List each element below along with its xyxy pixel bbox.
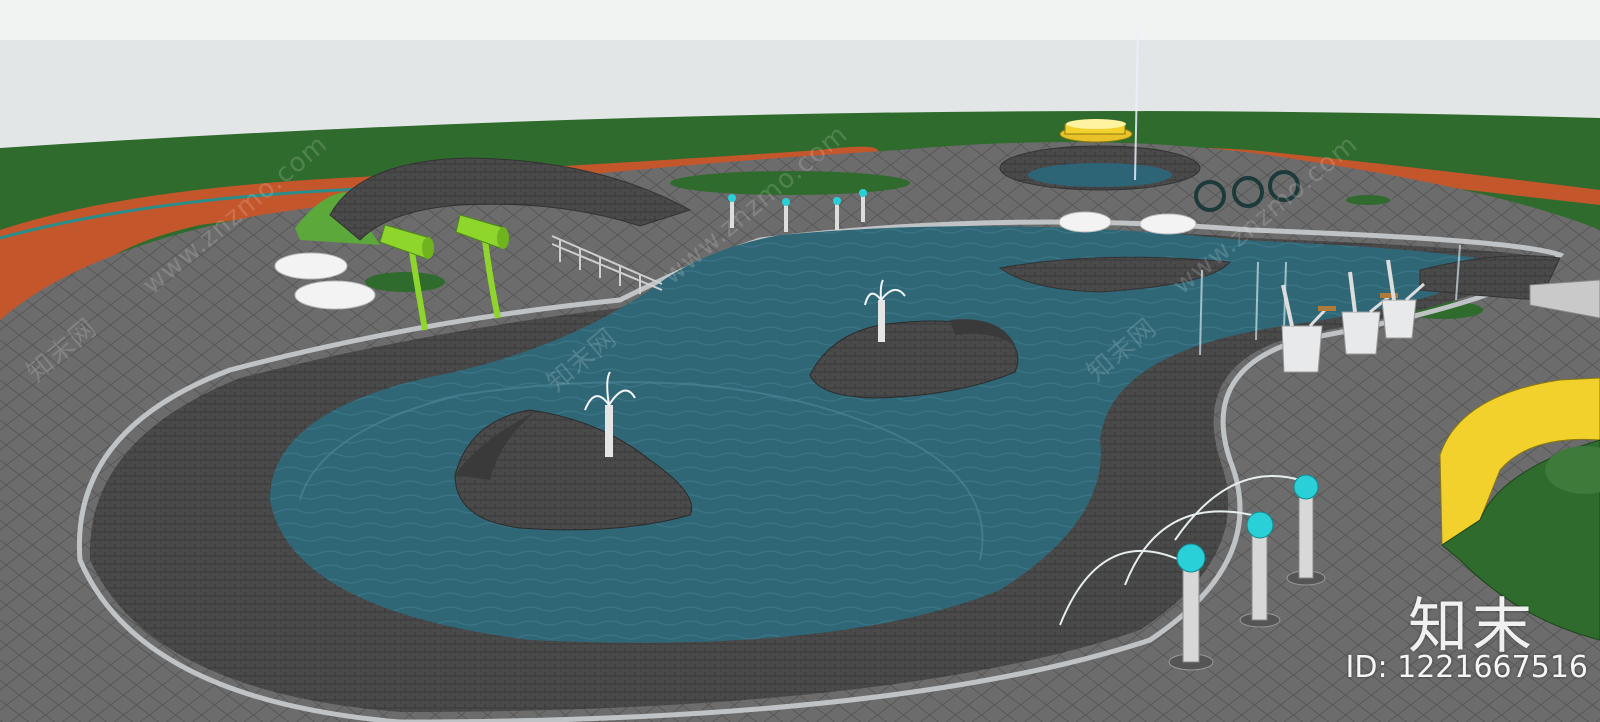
- pebble-seat: [274, 252, 348, 280]
- pebble-seat: [1139, 213, 1197, 235]
- grass-patch: [1346, 195, 1390, 205]
- yellow-pavilion: [1059, 119, 1133, 143]
- scene-illustration: [0, 0, 1600, 722]
- image-id-label: ID: 1221667516: [1345, 650, 1588, 685]
- sky-band: [0, 0, 1600, 40]
- pebble-seat: [294, 280, 376, 310]
- pebble-seat: [1058, 211, 1112, 233]
- water-park-scene: www.znzmo.com www.znzmo.com www.znzmo.co…: [0, 0, 1600, 722]
- back-fountain-water: [1028, 163, 1172, 187]
- grass-patch: [365, 272, 445, 292]
